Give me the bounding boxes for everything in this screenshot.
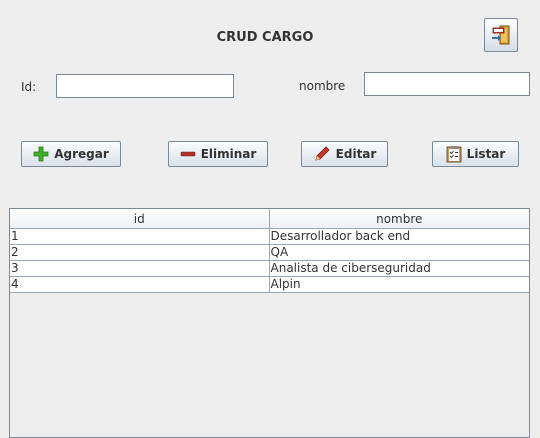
exit-button[interactable] <box>484 18 518 52</box>
nombre-label: nombre <box>299 79 346 93</box>
table-row[interactable]: 4 Alpin <box>10 276 529 293</box>
eliminar-label: Eliminar <box>200 147 257 161</box>
minus-icon <box>180 151 195 157</box>
eliminar-button[interactable]: Eliminar <box>168 141 268 167</box>
cargo-table[interactable]: id nombre 1 Desarrollador back end 2 QA … <box>9 208 530 438</box>
editar-label: Editar <box>335 147 377 161</box>
editar-button[interactable]: Editar <box>301 141 388 167</box>
cell-nombre[interactable]: Desarrollador back end <box>269 228 529 245</box>
clipboard-icon <box>446 146 462 163</box>
table-row[interactable]: 3 Analista de ciberseguridad <box>10 260 529 277</box>
cell-id[interactable]: 4 <box>10 276 270 293</box>
column-header-nombre[interactable]: nombre <box>269 209 529 229</box>
pencil-icon <box>315 146 330 161</box>
nombre-field[interactable] <box>364 72 530 96</box>
cell-nombre[interactable]: QA <box>269 244 529 261</box>
column-header-id[interactable]: id <box>10 209 270 229</box>
exit-door-icon <box>492 25 510 45</box>
table-row[interactable]: 1 Desarrollador back end <box>10 228 529 245</box>
cell-id[interactable]: 3 <box>10 260 270 277</box>
agregar-button[interactable]: Agregar <box>21 141 121 167</box>
cell-nombre[interactable]: Alpin <box>269 276 529 293</box>
listar-button[interactable]: Listar <box>432 141 519 167</box>
listar-label: Listar <box>466 147 506 161</box>
cell-id[interactable]: 1 <box>10 228 270 245</box>
page-title: CRUD CARGO <box>216 30 314 45</box>
agregar-label: Agregar <box>54 147 109 161</box>
cell-nombre[interactable]: Analista de ciberseguridad <box>269 260 529 277</box>
cell-id[interactable]: 2 <box>10 244 270 261</box>
table-row[interactable]: 2 QA <box>10 244 529 261</box>
id-field[interactable] <box>56 74 234 98</box>
id-label: Id: <box>21 80 37 94</box>
plus-icon <box>33 146 49 162</box>
